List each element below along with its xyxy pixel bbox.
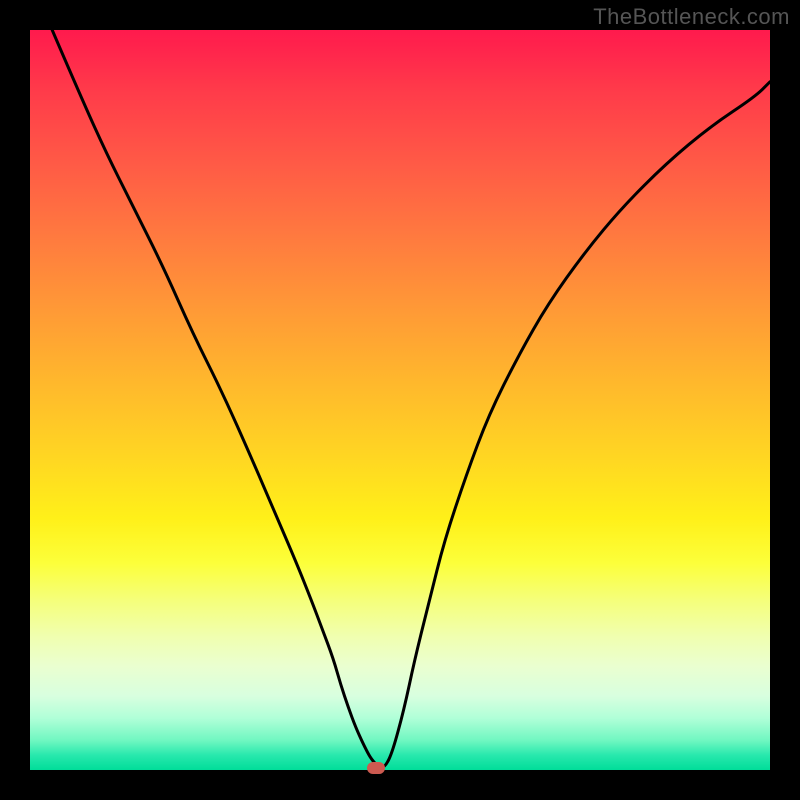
- watermark-text: TheBottleneck.com: [593, 4, 790, 30]
- optimum-marker: [367, 762, 385, 774]
- curve-svg: [30, 30, 770, 770]
- chart-frame: TheBottleneck.com: [0, 0, 800, 800]
- bottleneck-curve: [52, 30, 770, 767]
- plot-area: [30, 30, 770, 770]
